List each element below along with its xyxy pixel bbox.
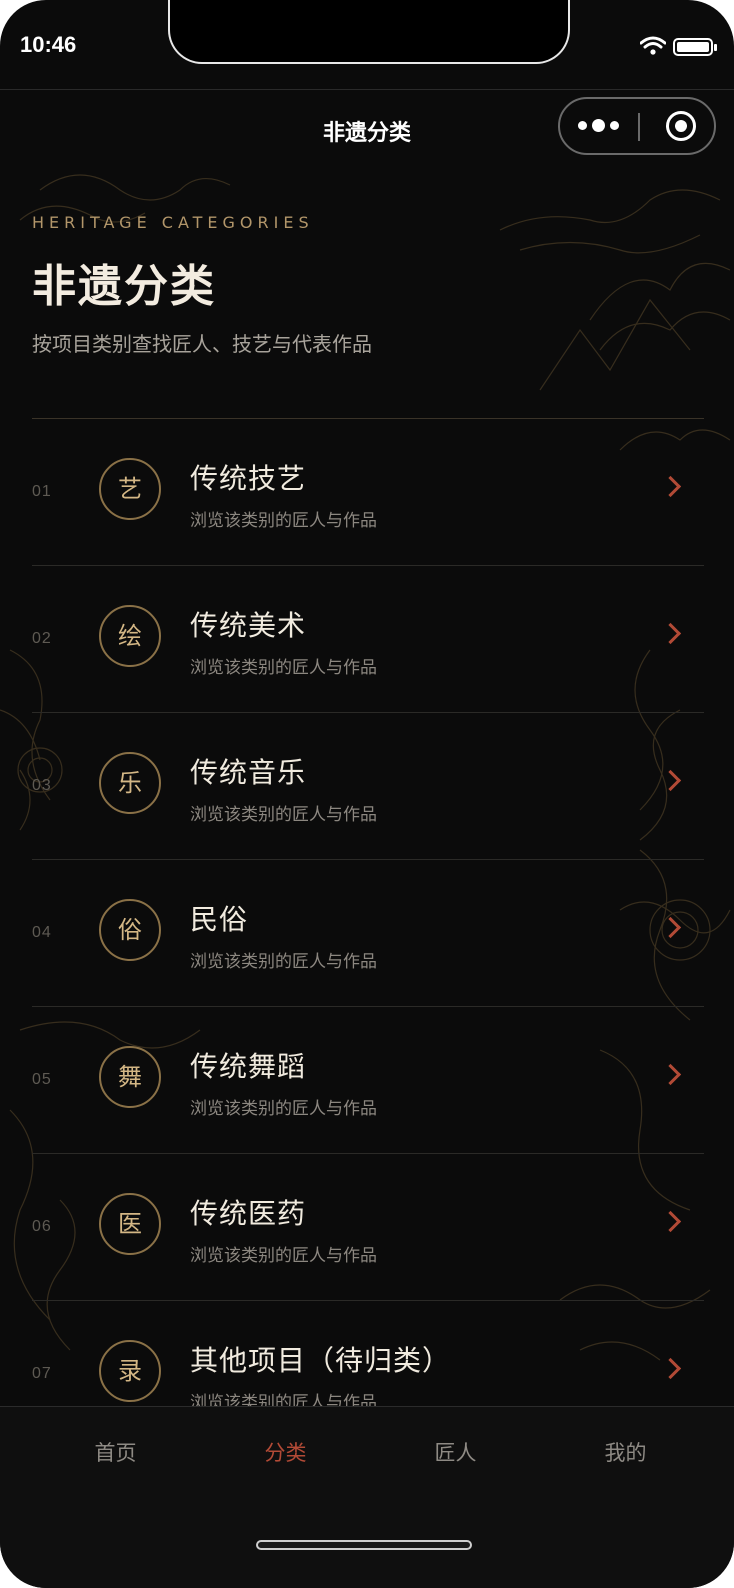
category-title: 传统舞蹈 [190,1050,307,1083]
category-row[interactable]: 02 绘传统美术浏览该类别的匠人与作品 [32,566,704,713]
category-index: 03 [32,777,52,794]
category-glyph-badge: 艺 [99,458,161,520]
category-glyph-badge: 绘 [99,605,161,667]
battery-level [677,42,709,52]
category-title: 传统医药 [190,1197,307,1230]
home-indicator [256,1540,472,1550]
category-glyph-badge: 俗 [99,899,161,961]
category-row[interactable]: 05 舞传统舞蹈浏览该类别的匠人与作品 [32,1007,704,1154]
category-subtitle: 浏览该类别的匠人与作品 [190,1099,377,1119]
tab-item[interactable]: 分类 [194,1437,377,1467]
status-time: 10:46 [20,32,77,57]
page-subtitle: 按项目类别查找匠人、技艺与代表作品 [32,332,372,356]
category-index: 02 [32,630,52,647]
category-title: 其他项目（待归类） [190,1344,452,1377]
chevron-right-icon [659,1357,682,1380]
category-row[interactable]: 03 乐传统音乐浏览该类别的匠人与作品 [32,713,704,860]
category-index: 06 [32,1218,52,1235]
category-subtitle: 浏览该类别的匠人与作品 [190,805,377,825]
wifi-icon [640,36,666,55]
chevron-right-icon [659,475,682,498]
category-index: 07 [32,1365,52,1382]
tab-item[interactable]: 我的 [534,1437,717,1467]
capsule-divider [638,113,640,141]
device-notch [168,0,570,64]
category-row[interactable]: 01 艺传统技艺浏览该类别的匠人与作品 [32,419,704,566]
category-title: 民俗 [190,903,249,936]
more-dots-icon[interactable] [578,119,619,132]
chevron-right-icon [659,1063,682,1086]
category-row[interactable]: 04 俗民俗浏览该类别的匠人与作品 [32,860,704,1007]
category-title: 传统美术 [190,609,307,642]
category-subtitle: 浏览该类别的匠人与作品 [190,658,377,678]
category-title: 传统音乐 [190,756,307,789]
category-row[interactable]: 06 医传统医药浏览该类别的匠人与作品 [32,1154,704,1301]
category-index: 05 [32,1071,52,1088]
tab-item[interactable]: 匠人 [364,1437,547,1467]
status-bar: 10:46 [0,0,734,90]
category-title: 传统技艺 [190,462,307,495]
category-subtitle: 浏览该类别的匠人与作品 [190,952,377,972]
phone-screen: 10:46 非遗分类 HERITAGE CATEGORIES 非遗分类 按项目类… [0,0,734,1588]
chevron-right-icon [659,622,682,645]
category-glyph-badge: 乐 [99,752,161,814]
tab-item[interactable]: 首页 [24,1437,207,1467]
chevron-right-icon [659,769,682,792]
category-glyph-badge: 医 [99,1193,161,1255]
battery-icon [673,38,717,56]
page-eyebrow: HERITAGE CATEGORIES [32,213,314,232]
category-index: 04 [32,924,52,941]
chevron-right-icon [659,916,682,939]
category-list: 01 艺传统技艺 浏览该类别的匠人与作品 02 绘传统美术 浏览该类别的匠人与作品 03 乐传… [32,419,704,1447]
mini-program-capsule [558,97,716,155]
category-index: 01 [32,483,52,500]
chevron-right-icon [659,1210,682,1233]
category-glyph-badge: 舞 [99,1046,161,1108]
target-icon[interactable] [666,111,696,141]
category-subtitle: 浏览该类别的匠人与作品 [190,511,377,531]
status-divider [0,89,734,90]
tab-bar: 首页 分类 匠人 我的 [0,1406,734,1588]
category-glyph-badge: 录 [99,1340,161,1402]
page-title: 非遗分类 [32,261,216,312]
category-subtitle: 浏览该类别的匠人与作品 [190,1246,377,1266]
